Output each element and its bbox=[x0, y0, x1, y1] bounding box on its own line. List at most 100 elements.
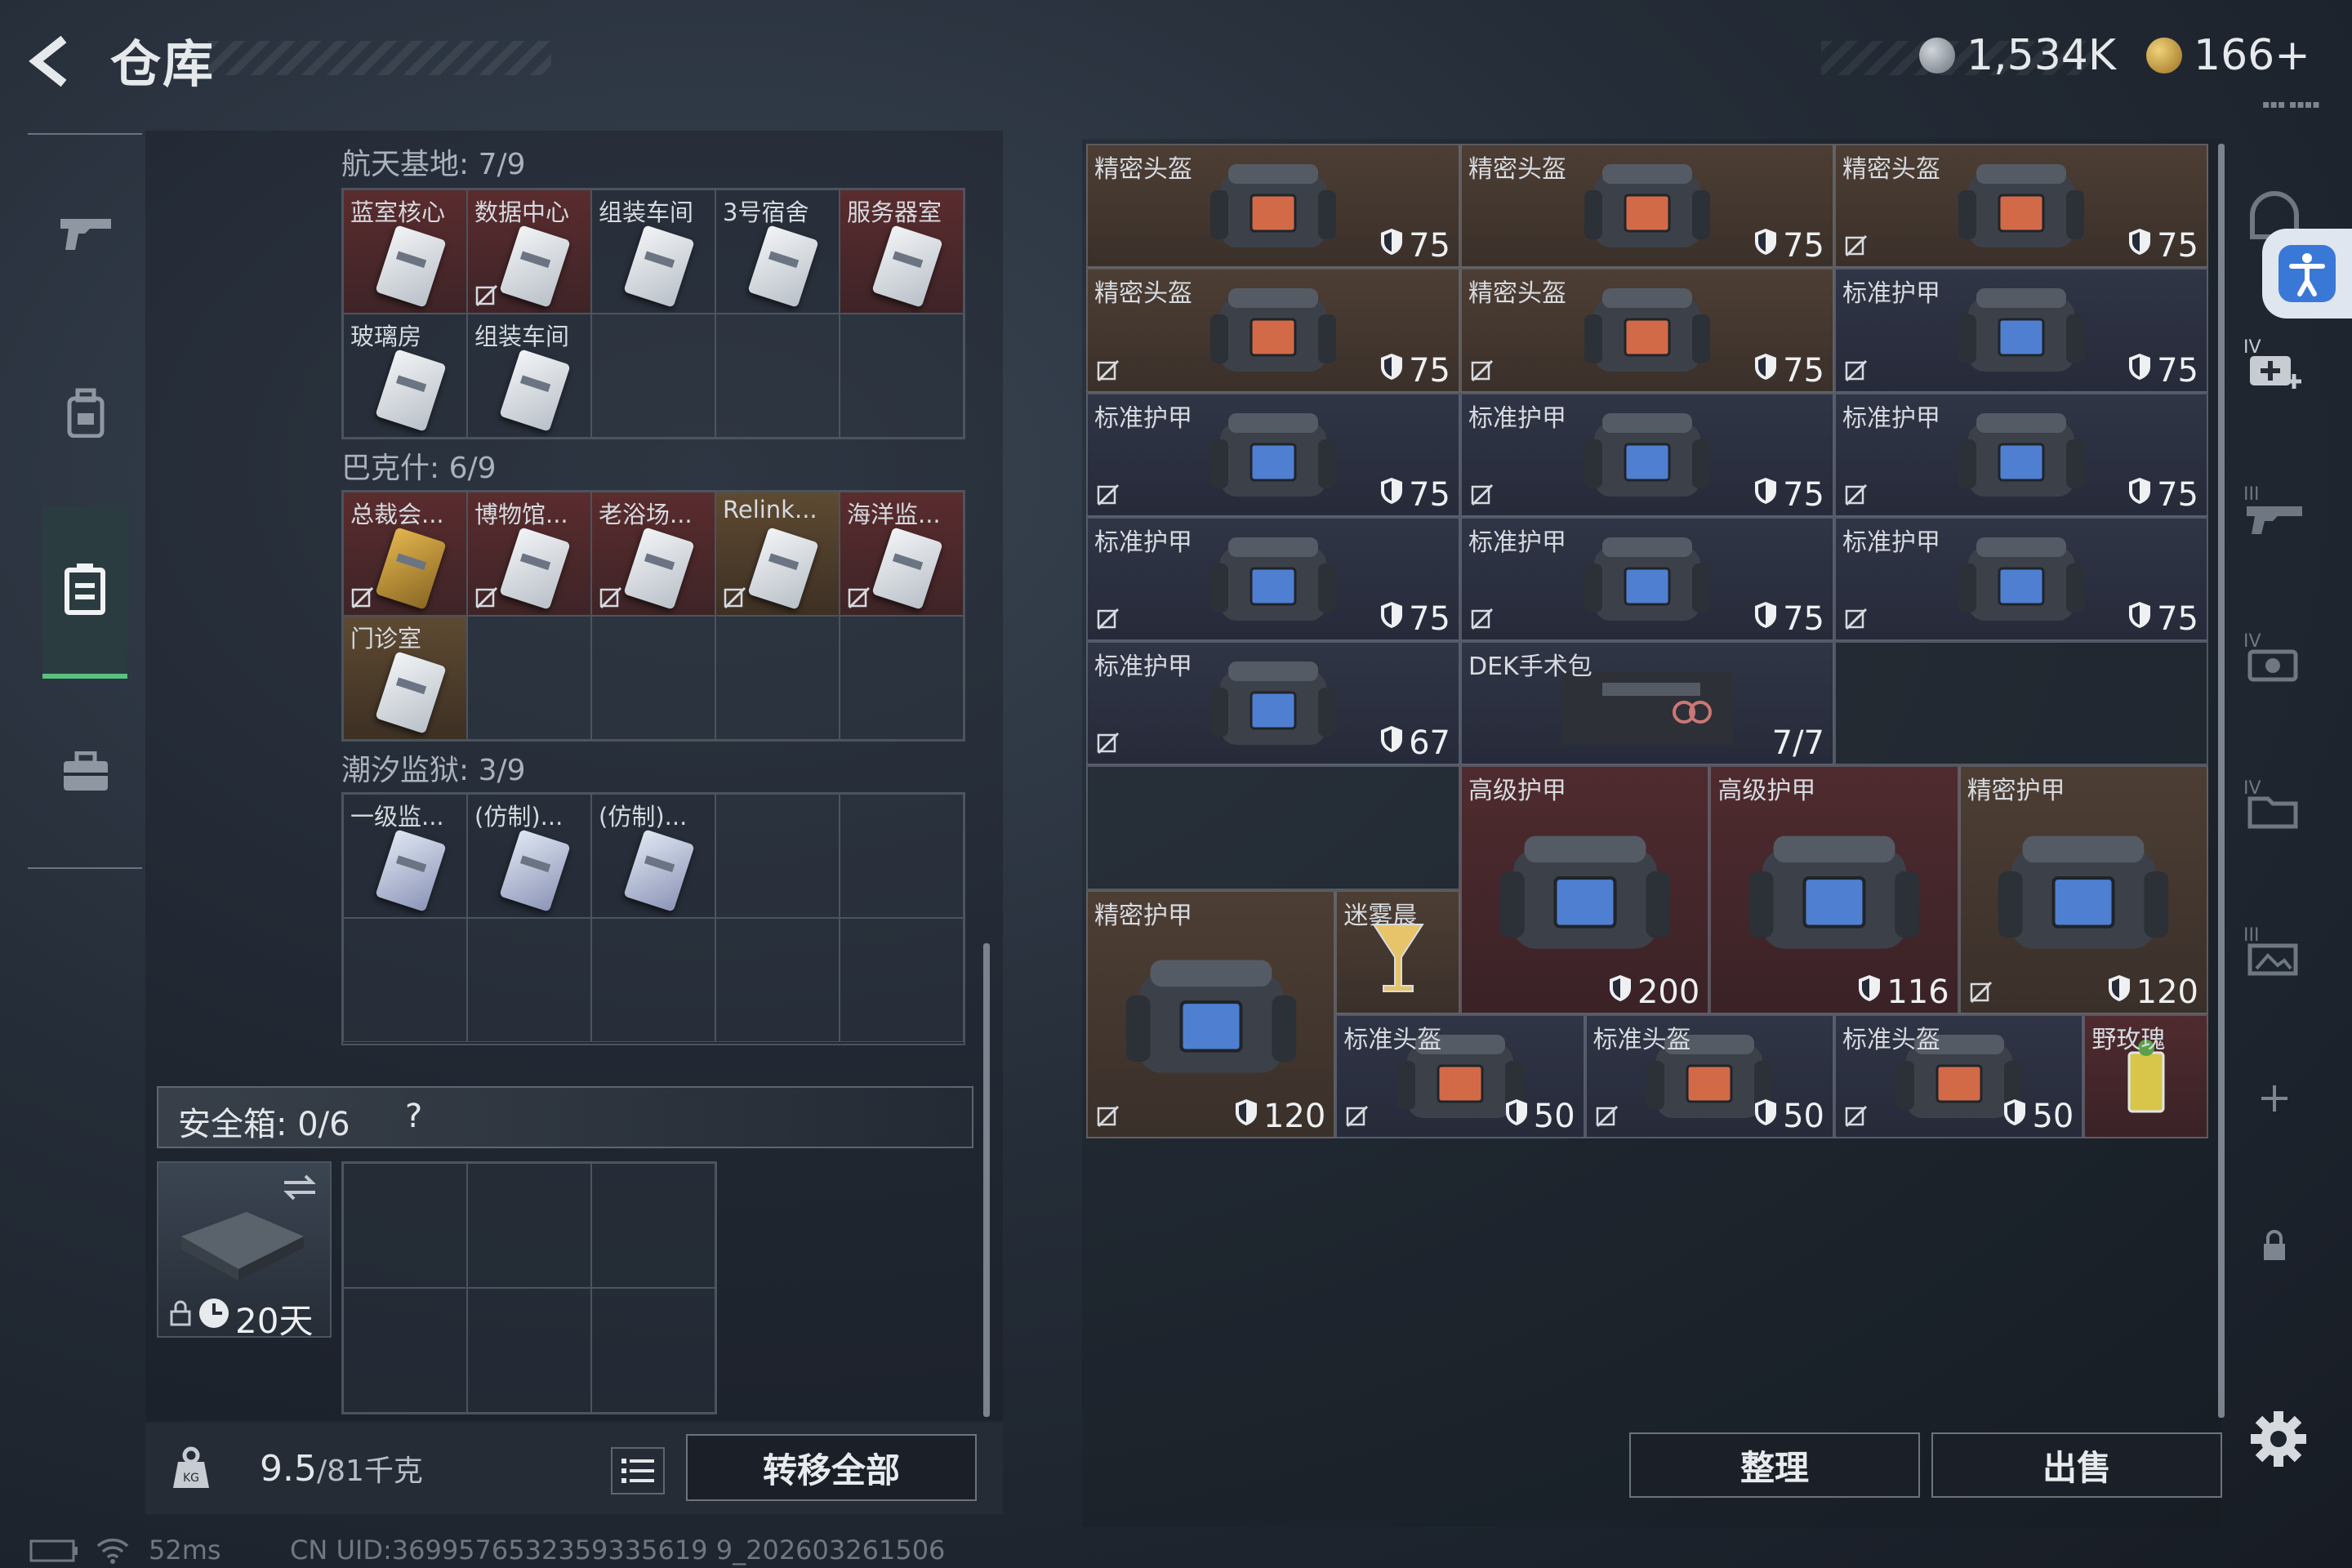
empty-slot[interactable] bbox=[840, 794, 964, 918]
inventory-item[interactable]: 标准护甲 75 bbox=[1086, 392, 1460, 517]
inventory-item[interactable]: 标准头盔 50 bbox=[1584, 1013, 1834, 1138]
currency-gold[interactable]: 166+ bbox=[2146, 31, 2310, 80]
tab-weapon-iii[interactable]: III bbox=[2234, 474, 2315, 547]
nav-warehouse-active[interactable] bbox=[42, 506, 127, 679]
no-insure-icon bbox=[599, 586, 623, 610]
inventory-item[interactable]: 标准头盔 50 bbox=[1335, 1013, 1585, 1138]
keycard-slot[interactable]: 组装车间 bbox=[591, 189, 715, 314]
nav-briefcase[interactable] bbox=[49, 735, 122, 808]
keycard-slot[interactable]: 老浴场... bbox=[591, 492, 715, 616]
tab-medical-add[interactable]: IV bbox=[2234, 327, 2315, 400]
left-scrollbar[interactable] bbox=[983, 943, 990, 1417]
inventory-item[interactable]: 精密护甲 120 bbox=[1958, 765, 2209, 1014]
inventory-item[interactable]: 标准护甲 75 bbox=[1834, 268, 2209, 393]
item-value: 75 bbox=[2157, 351, 2199, 390]
inventory-item[interactable]: 精密头盔 75 bbox=[1086, 268, 1460, 393]
sell-button[interactable]: 出售 bbox=[1931, 1432, 2222, 1498]
inventory-item[interactable]: 迷雾晨 bbox=[1335, 889, 1460, 1014]
inventory-item[interactable]: 标准护甲 75 bbox=[1834, 516, 2209, 641]
list-icon bbox=[621, 1459, 654, 1483]
item-label: 精密头盔 bbox=[1468, 279, 1566, 309]
inventory-item[interactable]: 标准护甲 75 bbox=[1460, 392, 1834, 517]
keycard-slot[interactable]: (仿制)... bbox=[467, 794, 591, 918]
no-insure-icon bbox=[1096, 359, 1120, 383]
empty-slot[interactable] bbox=[591, 616, 715, 740]
currency-silver[interactable]: 1,534K bbox=[1919, 31, 2116, 80]
nav-weapon[interactable] bbox=[49, 196, 122, 270]
item-value: 116 bbox=[1886, 973, 1949, 1011]
keycard-slot[interactable]: Relink... bbox=[715, 492, 840, 616]
empty-slot[interactable] bbox=[840, 918, 964, 1042]
item-label: 标准护甲 bbox=[1468, 528, 1566, 557]
keycard-slot[interactable]: 3号宿舍 bbox=[715, 189, 840, 314]
inventory-item[interactable]: 标准护甲 75 bbox=[1086, 516, 1460, 641]
back-arrow-icon[interactable] bbox=[24, 33, 82, 90]
keycard-slot[interactable]: 门诊室 bbox=[343, 616, 467, 740]
keycard-slot[interactable]: 服务器室 bbox=[840, 189, 964, 314]
inventory-item[interactable]: 标准护甲 75 bbox=[1834, 392, 2209, 517]
empty-slot[interactable] bbox=[715, 616, 840, 740]
inventory-item[interactable]: 精密头盔 75 bbox=[1086, 144, 1460, 269]
keycard-slot[interactable]: (仿制)... bbox=[591, 794, 715, 918]
empty-slot[interactable] bbox=[591, 918, 715, 1042]
empty-slot[interactable] bbox=[467, 918, 591, 1042]
inventory-item[interactable]: 精密头盔 75 bbox=[1460, 144, 1834, 269]
inventory-item[interactable]: 精密头盔 75 bbox=[1460, 268, 1834, 393]
empty-slot[interactable] bbox=[840, 616, 964, 740]
no-insure-icon bbox=[723, 586, 747, 610]
inventory-item[interactable]: 标准头盔 50 bbox=[1834, 1013, 2084, 1138]
safe-box-help[interactable]: ? bbox=[405, 1098, 422, 1135]
safe-slot[interactable] bbox=[467, 1163, 591, 1288]
safe-slot[interactable] bbox=[343, 1163, 467, 1288]
inventory-item[interactable]: 高级护甲 200 bbox=[1460, 765, 1710, 1014]
transfer-all-button[interactable]: 转移全部 bbox=[686, 1434, 977, 1501]
inventory-item[interactable]: DEK手术包 7/7 bbox=[1460, 641, 1834, 766]
keycard-slot[interactable]: 一级监... bbox=[343, 794, 467, 918]
keycard-slot[interactable]: 蓝室核心 bbox=[343, 189, 467, 314]
keycard-slot[interactable]: 总裁会... bbox=[343, 492, 467, 616]
safe-slot[interactable] bbox=[343, 1288, 467, 1413]
nav-backpack[interactable] bbox=[49, 376, 122, 449]
item-label: 高级护甲 bbox=[1717, 777, 1816, 806]
lock-tab-button[interactable] bbox=[2234, 1209, 2315, 1282]
inventory-item[interactable]: 标准护甲 67 bbox=[1086, 641, 1460, 766]
inventory-item[interactable]: 野玫瑰 bbox=[2083, 1013, 2209, 1138]
safe-container-item[interactable]: 20天 bbox=[157, 1161, 332, 1341]
safe-slot[interactable] bbox=[591, 1163, 715, 1288]
keycard-slot[interactable]: 博物馆... bbox=[467, 492, 591, 616]
tab-image-iii[interactable]: III bbox=[2234, 915, 2315, 988]
right-scrollbar[interactable] bbox=[2218, 144, 2225, 1418]
inventory-item[interactable]: 标准护甲 75 bbox=[1460, 516, 1834, 641]
list-view-button[interactable] bbox=[611, 1447, 665, 1494]
safe-slot[interactable] bbox=[467, 1288, 591, 1413]
empty-slot[interactable] bbox=[715, 794, 840, 918]
tab-folder-iv[interactable]: IV bbox=[2234, 768, 2315, 841]
keycard-slot[interactable]: 海洋监... bbox=[840, 492, 964, 616]
empty-slot[interactable] bbox=[1834, 641, 2209, 766]
empty-slot[interactable] bbox=[715, 918, 840, 1042]
inventory-item[interactable]: 精密护甲 120 bbox=[1086, 889, 1336, 1138]
empty-slot[interactable] bbox=[715, 314, 840, 438]
add-tab-button[interactable] bbox=[2234, 1062, 2315, 1135]
empty-slot[interactable] bbox=[1086, 765, 1460, 890]
no-insure-icon bbox=[1844, 359, 1869, 383]
armor-icon bbox=[1952, 407, 2091, 508]
inventory-item[interactable]: 高级护甲 116 bbox=[1709, 765, 1959, 1014]
safe-slot[interactable] bbox=[591, 1288, 715, 1413]
sort-button[interactable]: 整理 bbox=[1629, 1432, 1920, 1498]
section-grid-prison: 一级监... (仿制)... (仿制)... bbox=[341, 792, 965, 1045]
keycard-slot[interactable]: 玻璃房 bbox=[343, 314, 467, 438]
keycard-icon bbox=[499, 225, 571, 308]
empty-slot[interactable] bbox=[840, 314, 964, 438]
empty-slot[interactable] bbox=[591, 314, 715, 438]
empty-slot[interactable] bbox=[467, 616, 591, 740]
settings-gear-icon[interactable] bbox=[2246, 1406, 2311, 1472]
accessibility-button[interactable] bbox=[2262, 229, 2352, 318]
swap-icon[interactable] bbox=[281, 1173, 318, 1202]
keycard-slot[interactable]: 组装车间 bbox=[467, 314, 591, 438]
tab-gear-iv[interactable]: IV bbox=[2234, 621, 2315, 694]
briefcase-icon bbox=[64, 751, 108, 791]
inventory-item[interactable]: 精密头盔 75 bbox=[1834, 144, 2209, 269]
empty-slot[interactable] bbox=[343, 918, 467, 1042]
keycard-slot[interactable]: 数据中心 bbox=[467, 189, 591, 314]
